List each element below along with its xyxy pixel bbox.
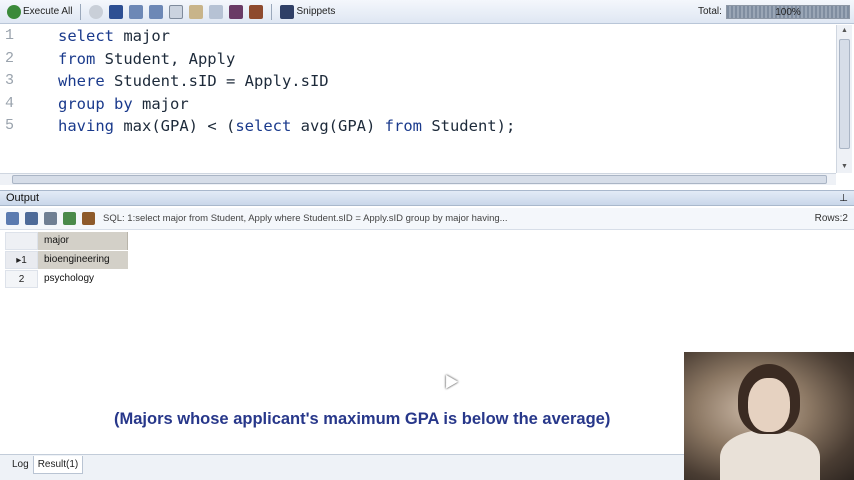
cell-major[interactable]: bioengineering [38, 251, 128, 269]
redo-icon [149, 4, 164, 19]
clear-button[interactable] [226, 2, 246, 22]
line-number: 2 [5, 49, 15, 67]
grid-view-icon[interactable] [6, 212, 19, 225]
export-icon[interactable] [25, 212, 38, 225]
code-area[interactable]: select major from Student, Apply where S… [58, 25, 515, 138]
scroll-down-icon[interactable]: ▼ [837, 161, 852, 173]
code-line-1: select major [58, 27, 170, 45]
cut-button[interactable] [206, 2, 226, 22]
progress-text: 100% [775, 7, 801, 18]
scrollbar-thumb[interactable] [12, 175, 827, 184]
execute-icon [7, 4, 21, 19]
execute-all-button[interactable]: Execute All [4, 2, 75, 22]
copy-button[interactable] [166, 2, 186, 22]
rows-count: Rows:2 [814, 213, 848, 224]
execute-all-label: Execute All [23, 6, 73, 17]
binoculars-icon [280, 4, 295, 19]
presenter-body [720, 430, 820, 480]
snippets-label: Snippets [296, 6, 336, 17]
scroll-up-icon[interactable]: ▲ [837, 25, 852, 37]
paste-icon [189, 4, 204, 19]
total-progress-bar: 100% [726, 5, 850, 19]
total-label: Total: [698, 6, 722, 17]
line-number: 4 [5, 94, 15, 112]
text-view-icon[interactable] [44, 212, 57, 225]
sql-summary: SQL: 1:select major from Student, Apply … [103, 213, 508, 224]
pin-icon[interactable]: ⊥ [839, 192, 848, 206]
stop-icon [89, 4, 104, 19]
output-title: Output [6, 192, 40, 204]
cut-icon [209, 4, 224, 19]
mouse-cursor-icon [439, 371, 459, 389]
result-grid[interactable]: major ▸1 bioengineering 2 psychology [5, 232, 128, 289]
filter-icon[interactable] [82, 212, 95, 225]
explain-button[interactable] [246, 2, 266, 22]
table-row[interactable]: 2 psychology [5, 270, 128, 289]
toolbar-divider [80, 3, 82, 20]
toolbar: Execute All Snippets Total: 100% [0, 0, 854, 24]
row-header-corner[interactable] [5, 232, 38, 250]
copy-icon [169, 4, 184, 19]
output-toolbar: SQL: 1:select major from Student, Apply … [0, 208, 854, 230]
line-number: 1 [5, 27, 15, 44]
tab-result[interactable]: Result(1) [32, 456, 84, 474]
sql-editor[interactable]: 1 2 3 4 5 select major from Student, App… [0, 25, 854, 185]
row-number[interactable]: ▸1 [5, 251, 38, 269]
save-button[interactable] [106, 2, 126, 22]
line-number: 5 [5, 117, 15, 134]
explain-icon [249, 4, 264, 19]
column-header-major[interactable]: major [38, 232, 128, 250]
row-number[interactable]: 2 [5, 270, 38, 288]
table-row[interactable]: ▸1 bioengineering [5, 251, 128, 270]
code-line-5: having max(GPA) < (select avg(GPA) from … [58, 117, 516, 135]
code-line-3: where Student.sID = Apply.sID [58, 72, 329, 90]
line-number-gutter: 1 2 3 4 5 [0, 25, 30, 173]
undo-button[interactable] [126, 2, 146, 22]
video-caption: (Majors whose applicant's maximum GPA is… [114, 410, 611, 428]
webcam-overlay [684, 352, 854, 480]
line-number: 3 [5, 72, 15, 89]
code-line-2: from Student, Apply [58, 49, 236, 68]
save-icon [109, 4, 124, 19]
grid-header-row: major [5, 232, 128, 251]
refresh-icon[interactable] [63, 212, 76, 225]
editor-vertical-scrollbar[interactable]: ▲ ▼ [836, 25, 852, 173]
toolbar-divider [271, 3, 273, 20]
stop-button[interactable] [86, 2, 106, 22]
eraser-icon [229, 4, 244, 19]
snippets-button[interactable]: Snippets [277, 2, 338, 22]
redo-button[interactable] [146, 2, 166, 22]
output-panel-title: Output ⊥ [0, 190, 854, 206]
tab-log[interactable]: Log [8, 456, 33, 473]
output-tabs: Log Result(1) [0, 454, 690, 480]
editor-horizontal-scrollbar[interactable] [0, 173, 836, 185]
paste-button[interactable] [186, 2, 206, 22]
cell-major[interactable]: psychology [38, 270, 128, 288]
scrollbar-thumb[interactable] [839, 39, 850, 149]
undo-icon [129, 4, 144, 19]
code-line-4: group by major [58, 94, 189, 113]
presenter-face [748, 378, 790, 432]
